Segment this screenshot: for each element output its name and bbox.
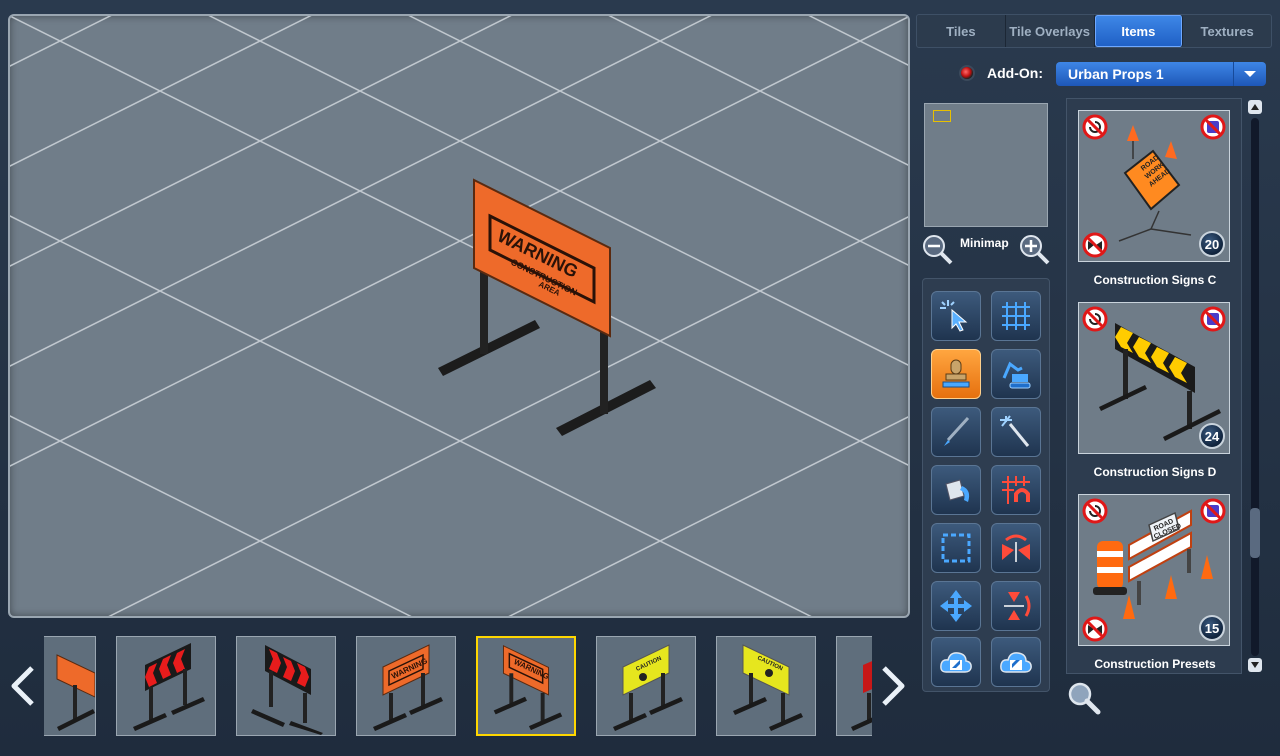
variant-preview (56, 654, 96, 731)
grid-icon (1002, 302, 1030, 330)
magic-wand-tool-button[interactable] (991, 407, 1041, 457)
variant-thumbnail[interactable] (836, 636, 872, 736)
fill-tool-button[interactable] (931, 465, 981, 515)
item-label: Construction Signs D (1093, 465, 1217, 479)
search-icon[interactable] (1066, 680, 1102, 716)
flip-horizontal-icon (1002, 534, 1030, 562)
marquee-select-button[interactable] (931, 523, 981, 573)
variant-preview: CAUTION (613, 644, 683, 731)
variant-thumbnail[interactable]: CAUTION (716, 636, 816, 736)
variant-thumbnail[interactable] (236, 636, 336, 736)
marquee-icon (941, 533, 971, 563)
canvas-grid: WARNING CONSTRUCTION AREA (10, 16, 908, 616)
randomize-dice-icon[interactable] (1200, 306, 1226, 332)
item-list-scrollbar[interactable] (1248, 100, 1262, 674)
select-tool-button[interactable] (931, 291, 981, 341)
isometric-canvas[interactable]: WARNING CONSTRUCTION AREA (8, 14, 910, 618)
chevron-down-icon[interactable] (1233, 62, 1266, 86)
variant-thumbnail[interactable] (44, 636, 96, 736)
variant-preview (851, 661, 872, 731)
move-arrows-icon (940, 590, 972, 622)
variant-thumbnail-selected[interactable]: WARNING (476, 636, 576, 736)
item-label: Construction Presets (1094, 657, 1216, 671)
cursor-sparkle-icon (940, 300, 968, 332)
variant-thumbnail[interactable]: CAUTION (596, 636, 696, 736)
addon-selected-value: Urban Props 1 (1068, 66, 1164, 82)
addon-dropdown[interactable]: Urban Props 1 (1056, 62, 1266, 86)
variant-count-badge: 20 (1199, 231, 1225, 257)
grid-magnet-icon (1002, 476, 1030, 504)
flip-vertical-button[interactable] (991, 581, 1041, 631)
addon-label: Add-On: (987, 65, 1043, 81)
randomize-dice-icon[interactable] (1200, 498, 1226, 524)
minimap[interactable] (924, 103, 1048, 227)
flip-disabled-icon[interactable] (1082, 232, 1108, 258)
cloud-import-icon (940, 652, 972, 673)
variant-thumbnail[interactable] (116, 636, 216, 736)
addon-status-indicator (961, 67, 973, 79)
item-list[interactable]: ROAD WORK AHEAD 20 Construction Signs C (1066, 98, 1242, 674)
item-construction-presets[interactable]: ROAD CLOSED 15 (1078, 494, 1230, 646)
minimap-label: Minimap (960, 236, 1009, 250)
stamp-icon (942, 359, 970, 388)
item-label: Construction Signs C (1093, 273, 1217, 287)
variant-thumbnail[interactable]: WARNING (356, 636, 456, 736)
variant-preview: WARNING (493, 645, 563, 731)
flip-vertical-icon (1004, 592, 1031, 620)
brush-tool-button[interactable] (931, 407, 981, 457)
export-button[interactable] (991, 637, 1041, 687)
scroll-down-button[interactable] (1248, 658, 1262, 672)
variant-preview: CAUTION (733, 644, 803, 731)
tool-palette (922, 278, 1050, 692)
zoom-out-icon[interactable] (921, 233, 953, 265)
rotate-disabled-icon[interactable] (1082, 498, 1108, 524)
cloud-export-icon (1000, 652, 1032, 673)
chevron-down-icon (1251, 662, 1259, 668)
excavator-icon (1002, 361, 1031, 389)
flip-horizontal-button[interactable] (991, 523, 1041, 573)
variant-count-badge: 24 (1199, 423, 1225, 449)
tile-mask-tool-button[interactable] (991, 465, 1041, 515)
chevron-left-icon[interactable] (8, 664, 38, 708)
variant-preview (251, 645, 323, 735)
category-tabs: Tiles Tile Overlays Items Textures (916, 14, 1272, 48)
randomize-dice-icon[interactable] (1200, 114, 1226, 140)
tab-items[interactable]: Items (1094, 15, 1184, 47)
item-construction-signs-c[interactable]: ROAD WORK AHEAD 20 (1078, 110, 1230, 262)
tab-textures[interactable]: Textures (1183, 15, 1271, 47)
rotate-disabled-icon[interactable] (1082, 306, 1108, 332)
chevron-right-icon[interactable] (878, 664, 908, 708)
rotate-disabled-icon[interactable] (1082, 114, 1108, 140)
paint-bucket-icon (945, 479, 970, 502)
tab-tile-overlays[interactable]: Tile Overlays (1006, 15, 1095, 47)
variant-count-badge: 15 (1199, 615, 1225, 641)
magic-wand-icon (1000, 415, 1030, 447)
chevron-up-icon (1251, 104, 1259, 110)
scroll-up-button[interactable] (1248, 100, 1262, 114)
flip-disabled-icon[interactable] (1082, 616, 1108, 642)
move-tool-button[interactable] (931, 581, 981, 631)
scroll-thumb[interactable] (1250, 508, 1260, 558)
grid-toggle-button[interactable] (991, 291, 1041, 341)
variant-filmstrip[interactable]: WARNING WARNING CAUTION CAUTION (44, 634, 872, 738)
minimap-viewport[interactable] (933, 110, 951, 122)
variant-preview: WARNING (373, 644, 443, 731)
brush-icon (944, 416, 970, 446)
scroll-track[interactable] (1251, 118, 1259, 656)
import-button[interactable] (931, 637, 981, 687)
excavator-tool-button[interactable] (991, 349, 1041, 399)
stamp-tool-button[interactable] (931, 349, 981, 399)
zoom-in-icon[interactable] (1018, 233, 1050, 265)
item-construction-signs-d[interactable]: 24 (1078, 302, 1230, 454)
variant-preview (133, 643, 205, 731)
tab-tiles[interactable]: Tiles (917, 15, 1006, 47)
